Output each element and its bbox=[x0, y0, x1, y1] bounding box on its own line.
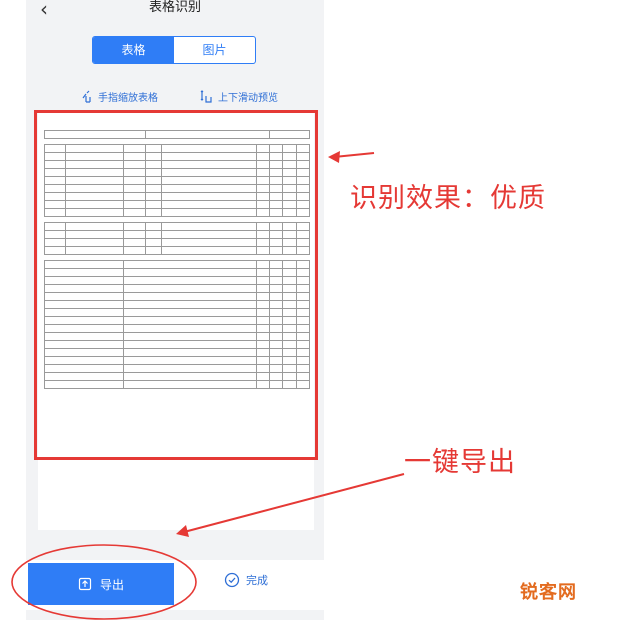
swipe-gesture-icon bbox=[200, 89, 212, 103]
page-title: 表格识别 bbox=[148, 0, 201, 15]
export-button-label: 导出 bbox=[99, 577, 124, 592]
done-button-label: 完成 bbox=[246, 574, 268, 587]
done-button[interactable]: 完成 bbox=[224, 572, 268, 588]
watermark-logo: 锐客网 bbox=[520, 582, 577, 603]
zoom-hint: 手指缩放表格 bbox=[80, 89, 158, 104]
export-annotation: 一键导出 bbox=[404, 447, 516, 478]
pinch-gesture-icon bbox=[82, 90, 91, 103]
nav-bar: ‹ 表格识别 bbox=[26, 0, 324, 26]
mode-segmented-control: 表格 图片 bbox=[92, 36, 256, 64]
screenshot-stage: ‹ 表格识别 表格 图片 手指缩放表格 上下滑动预览 导出 完成 识别效果：优质… bbox=[0, 0, 640, 620]
tab-table[interactable]: 表格 bbox=[93, 37, 174, 63]
zoom-hint-label: 手指缩放表格 bbox=[98, 93, 158, 104]
export-icon bbox=[78, 577, 92, 591]
export-button[interactable]: 导出 bbox=[28, 563, 174, 605]
arrow-to-table-icon bbox=[328, 151, 375, 163]
tab-image[interactable]: 图片 bbox=[174, 37, 255, 63]
scroll-hint: 上下滑动预览 bbox=[200, 89, 278, 104]
scroll-hint-label: 上下滑动预览 bbox=[218, 93, 278, 104]
quality-annotation: 识别效果：优质 bbox=[350, 183, 546, 214]
recognition-highlight-box bbox=[34, 110, 318, 460]
check-circle-icon bbox=[224, 572, 240, 588]
